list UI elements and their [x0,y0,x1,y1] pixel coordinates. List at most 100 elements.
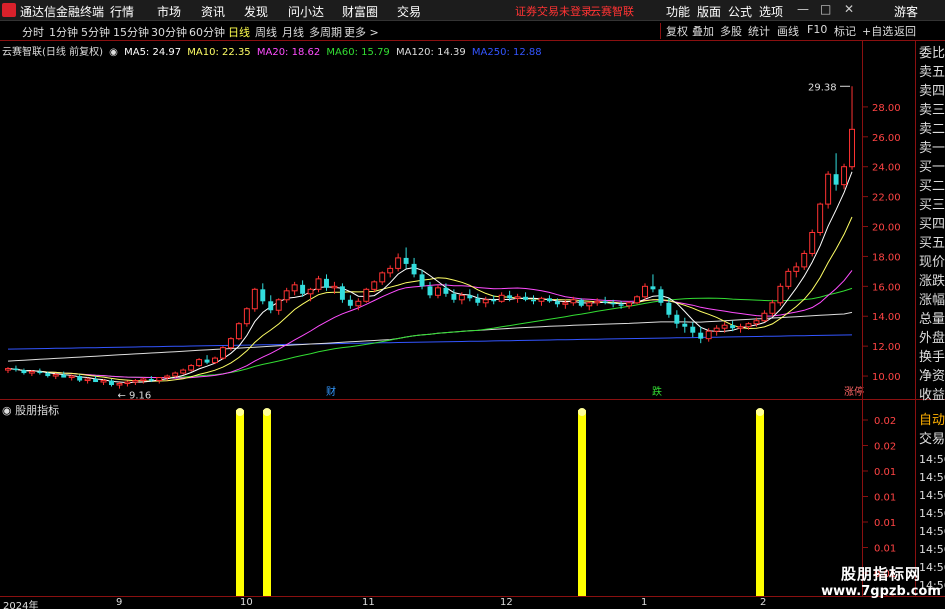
candle-body [730,325,736,329]
add-favorite-button[interactable]: +自选 [862,23,893,39]
close-icon[interactable]: ✕ [844,2,854,16]
watermark-url: www.7gpzb.com [821,584,941,599]
candle-body [45,373,51,377]
guest-label[interactable]: 游客 [894,3,918,20]
side-trade[interactable]: 交易 [919,431,945,449]
period-30min[interactable]: 30分钟 [151,24,187,40]
adjust-button[interactable]: 复权 [666,23,688,39]
candle-body [260,289,266,302]
trade-login-alert[interactable]: 证券交易未登录 [515,3,592,19]
tick-time: 14:56 [919,489,945,502]
candle-body [458,294,465,301]
candle-body [140,378,147,382]
watermark: 股朋指标网 www.7gpzb.com [820,563,942,607]
axis-divider [862,41,863,596]
candle-body [235,323,242,340]
multi-stock-button[interactable]: 多股 [720,23,742,39]
overlay-button[interactable]: 叠加 [692,23,714,39]
candle-body [243,308,250,325]
draw-line-button[interactable]: 画线 [777,23,799,39]
kline-chart[interactable]: 28.00 26.00 24.00 22.00 20.00 18.00 16.00 14.00… [0,41,915,399]
minimize-icon[interactable]: — [797,2,809,16]
pane-divider[interactable] [0,399,945,400]
indicator-tick-label: 0.01 [874,544,896,555]
side-auto[interactable]: 自动 [919,412,945,430]
menu-functions[interactable]: 功能 [666,3,690,20]
indicator-tick-label: 0.01 [874,467,896,478]
menu-trade[interactable]: 交易 [397,3,421,20]
menu-ask-xiaoda[interactable]: 问小达 [288,3,324,20]
indicator-settings-icon[interactable]: ◉ [2,404,12,417]
candle-body [849,128,855,168]
indicator-chart[interactable]: 0.020.020.010.010.010.010.010.01 [0,400,915,596]
candle-body [618,304,624,306]
side-turnover: 换手 [919,350,945,365]
side-net-assets: 净资 [919,369,945,384]
signal-bar [263,410,271,596]
stats-button[interactable]: 统计 [748,23,770,39]
period-5min[interactable]: 5分钟 [81,24,110,40]
candle-body [411,263,417,275]
period-1min[interactable]: 1分钟 [49,24,78,40]
side-ask5: 卖五 [919,65,945,80]
candle-body [721,324,728,329]
candle-body [227,338,234,349]
event-marker: 财 [326,385,336,398]
candle-body [674,314,680,324]
period-multi[interactable]: 多周期 [309,24,342,40]
candle-body [610,302,616,305]
candle-body [769,302,776,314]
menu-news[interactable]: 资讯 [201,3,225,20]
tick-time: 14:56 [919,525,945,538]
period-60min[interactable]: 60分钟 [189,24,225,40]
indicator-legend: ◉ 股朋指标 [2,402,59,418]
candle-body [434,287,441,296]
candle-body [475,298,481,303]
menu-formula[interactable]: 公式 [728,3,752,20]
period-daily[interactable]: 日线 [228,24,250,40]
candle-body [395,257,402,269]
back-button[interactable]: 返回 [894,23,916,39]
candle-body [705,330,712,340]
candle-body [586,302,593,307]
restore-icon[interactable]: □ [820,2,831,16]
ma10-label: MA10: 22.35 [187,47,251,58]
menu-market[interactable]: 市场 [157,3,181,20]
side-ask3: 卖三 [919,103,945,118]
menu-discover[interactable]: 发现 [244,3,268,20]
menu-layout[interactable]: 版面 [697,3,721,20]
f10-button[interactable]: F10 [807,23,827,36]
period-monthly[interactable]: 月线 [282,24,304,40]
date-label: 1 [641,597,648,608]
settings-icon[interactable]: ◉ [109,47,118,58]
candle-body [283,290,290,301]
ma20-label: MA20: 18.62 [256,47,321,58]
side-ask2: 卖二 [919,122,945,137]
indicator-tick-label: 0.01 [874,493,896,504]
date-label: 2 [760,597,767,608]
period-15min[interactable]: 15分钟 [113,24,149,40]
watermark-title: 股朋指标网 [840,565,921,583]
period-weekly[interactable]: 周线 [255,24,277,40]
price-tick-label: 10.00 [872,372,901,383]
candle-body [324,278,329,288]
candle-body [745,323,752,328]
candle-body [467,295,473,299]
menu-wealth-circle[interactable]: 财富圈 [342,3,378,20]
mark-button[interactable]: 标记 [834,23,856,39]
candle-body [690,326,696,333]
signal-bar-cap [263,408,271,416]
menu-market-quotes[interactable]: 行情 [110,3,134,20]
candle-body [482,299,489,304]
period-tick[interactable]: 分时 [22,24,44,40]
indicator-tick-label: 0.02 [874,442,896,453]
ma60-line [7,287,853,378]
candle-body [817,203,824,234]
tick-time: 14:56 [919,471,945,484]
price-tick-label: 20.00 [872,223,901,234]
menu-options[interactable]: 选项 [759,3,783,20]
period-more[interactable]: 更多 > [344,24,379,40]
candle-body [61,374,67,378]
side-volume: 总量 [919,312,945,327]
price-tick-label: 22.00 [872,193,901,204]
